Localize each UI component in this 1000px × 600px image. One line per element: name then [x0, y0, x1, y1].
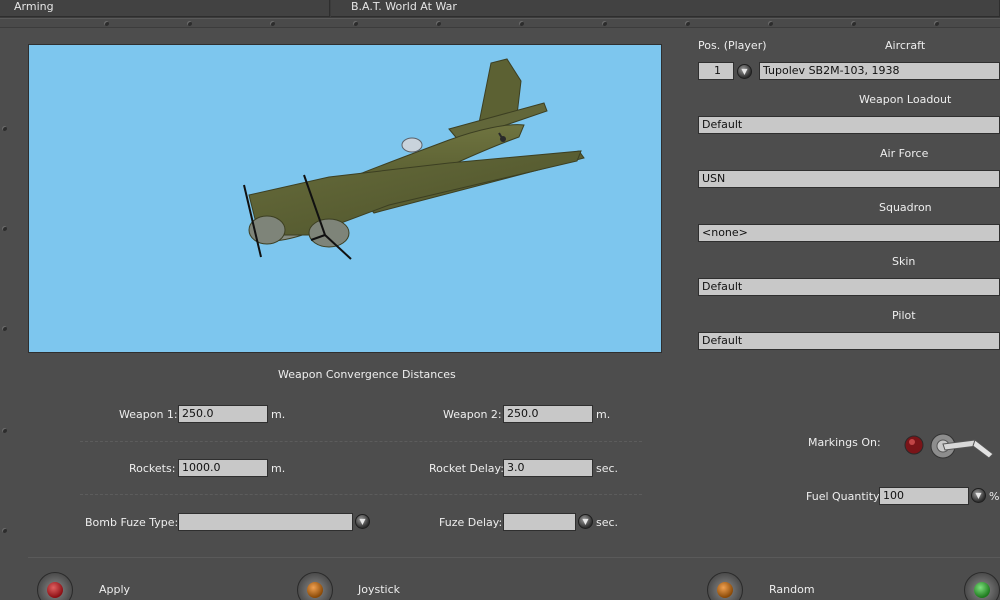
- chevron-down-icon: ▼: [359, 517, 366, 526]
- rivet: [2, 428, 7, 433]
- pilot-label: Pilot: [892, 309, 916, 322]
- airforce-select[interactable]: USN: [698, 170, 1000, 188]
- pos-field[interactable]: 1: [698, 62, 734, 80]
- rivet: [851, 21, 856, 26]
- airforce-label: Air Force: [880, 147, 929, 160]
- weapon2-unit: m.: [596, 408, 611, 421]
- convergence-title: Weapon Convergence Distances: [278, 368, 456, 381]
- pos-label: Pos. (Player): [698, 39, 767, 52]
- markings-label: Markings On:: [808, 436, 881, 449]
- aircraft-model-image: [243, 58, 585, 260]
- divider: [80, 441, 642, 442]
- fuze-delay-dropdown-button[interactable]: ▼: [578, 514, 593, 529]
- joystick-button[interactable]: [297, 572, 333, 600]
- rivet: [2, 126, 7, 131]
- apply-label: Apply: [99, 583, 131, 596]
- chevron-down-icon: ▼: [582, 517, 589, 526]
- skin-label: Skin: [892, 255, 916, 268]
- amber-lamp-icon: [307, 582, 323, 598]
- rivet: [436, 21, 441, 26]
- green-lamp-icon: [974, 582, 990, 598]
- fuel-dropdown-button[interactable]: ▼: [971, 488, 986, 503]
- weapon2-label: Weapon 2:: [443, 408, 502, 421]
- rivet: [2, 528, 7, 533]
- aircraft-select[interactable]: Tupolev SB2M-103, 1938: [759, 62, 1000, 80]
- red-lamp-icon: [47, 582, 63, 598]
- bomb-fuze-label: Bomb Fuze Type:: [85, 516, 179, 529]
- window-title-bar: B.A.T. World At War: [331, 0, 1000, 17]
- tab-arming-label: Arming: [14, 0, 54, 13]
- bomb-fuze-dropdown-button[interactable]: ▼: [355, 514, 370, 529]
- markings-toggle[interactable]: [903, 432, 1000, 462]
- random-button[interactable]: [707, 572, 743, 600]
- rocket-delay-unit: sec.: [596, 462, 619, 475]
- accept-button[interactable]: [964, 572, 1000, 600]
- squadron-select[interactable]: <none>: [698, 224, 1000, 242]
- window-title: B.A.T. World At War: [351, 0, 457, 13]
- rocket-delay-label: Rocket Delay:: [429, 462, 504, 475]
- fuze-delay-unit: sec.: [596, 516, 619, 529]
- toggle-switch-icon: [904, 433, 994, 459]
- pos-dropdown-button[interactable]: ▼: [737, 64, 752, 79]
- squadron-label: Squadron: [879, 201, 932, 214]
- rivet: [685, 21, 690, 26]
- fuel-unit: %: [989, 490, 1000, 503]
- rivet-band: [0, 18, 1000, 28]
- rockets-unit: m.: [271, 462, 286, 475]
- chevron-down-icon: ▼: [975, 491, 982, 500]
- skin-select[interactable]: Default: [698, 278, 1000, 296]
- rivet: [2, 226, 7, 231]
- weapon1-input[interactable]: 250.0: [178, 405, 268, 423]
- tab-arming[interactable]: Arming: [0, 0, 330, 17]
- rivet: [2, 326, 7, 331]
- rivet: [270, 21, 275, 26]
- aircraft-label: Aircraft: [885, 39, 926, 52]
- aircraft-preview: [28, 44, 662, 353]
- amber-lamp-icon: [717, 582, 733, 598]
- rivet: [104, 21, 109, 26]
- bottom-divider: [28, 557, 1000, 558]
- rivet: [187, 21, 192, 26]
- apply-button[interactable]: [37, 572, 73, 600]
- fuze-delay-label: Fuze Delay:: [439, 516, 503, 529]
- rocket-delay-input[interactable]: 3.0: [503, 459, 593, 477]
- loadout-select[interactable]: Default: [698, 116, 1000, 134]
- random-label: Random: [769, 583, 815, 596]
- weapon2-input[interactable]: 250.0: [503, 405, 593, 423]
- bomb-fuze-select[interactable]: [178, 513, 353, 531]
- rockets-input[interactable]: 1000.0: [178, 459, 268, 477]
- rivet: [519, 21, 524, 26]
- fuze-delay-select[interactable]: [503, 513, 576, 531]
- rivet: [602, 21, 607, 26]
- rivet: [353, 21, 358, 26]
- pilot-select[interactable]: Default: [698, 332, 1000, 350]
- divider: [80, 494, 642, 495]
- joystick-label: Joystick: [358, 583, 401, 596]
- chevron-down-icon: ▼: [741, 67, 748, 76]
- loadout-label: Weapon Loadout: [859, 93, 952, 106]
- fuel-select[interactable]: 100: [879, 487, 969, 505]
- weapon1-unit: m.: [271, 408, 286, 421]
- rivet: [934, 21, 939, 26]
- fuel-label: Fuel Quantity:: [806, 490, 883, 503]
- rivet: [768, 21, 773, 26]
- rockets-label: Rockets:: [129, 462, 176, 475]
- weapon1-label: Weapon 1:: [119, 408, 178, 421]
